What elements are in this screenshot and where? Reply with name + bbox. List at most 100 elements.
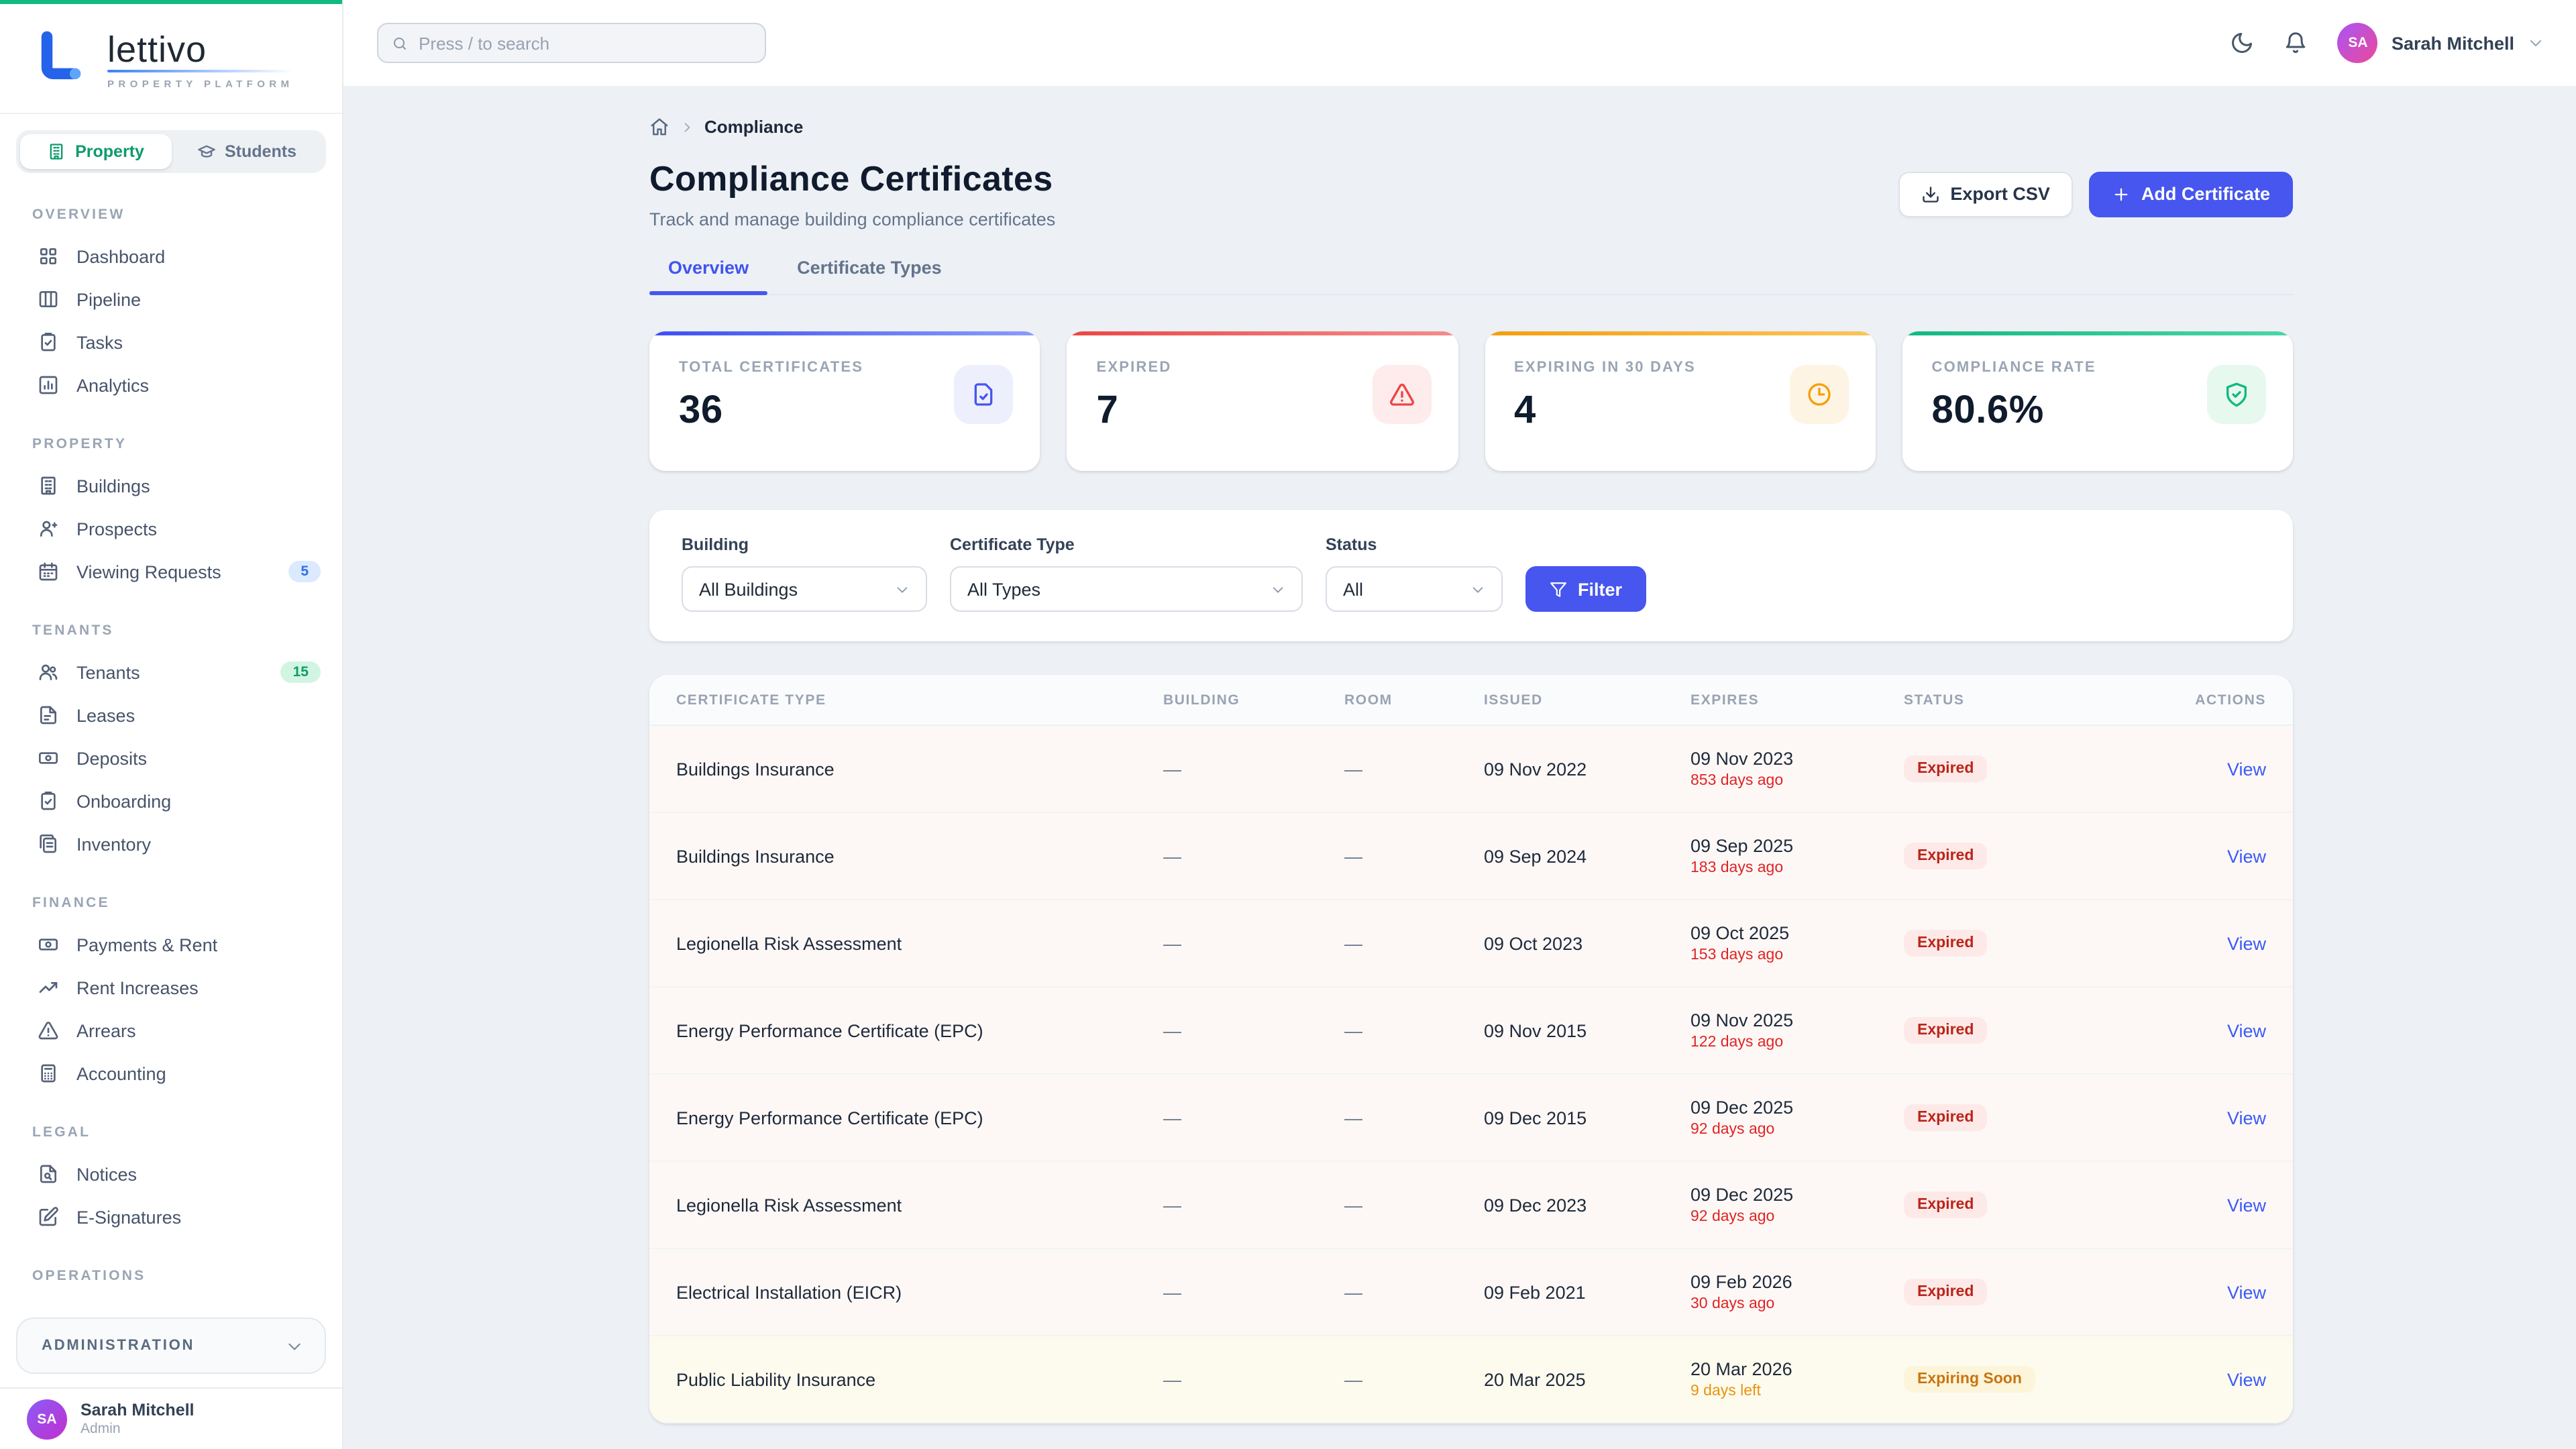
cell-certificate-type: Energy Performance Certificate (EPC) — [676, 1108, 1163, 1128]
administration-toggle[interactable]: ADMINISTRATION — [16, 1318, 326, 1374]
sidebar-item-deposits[interactable]: Deposits — [0, 737, 342, 780]
sidebar-item-onboarding[interactable]: Onboarding — [0, 780, 342, 822]
sidebar-item-label: Leases — [76, 705, 321, 725]
avatar: SA — [2338, 23, 2378, 63]
view-link[interactable]: View — [2227, 846, 2266, 866]
sidebar-item-pipeline[interactable]: Pipeline — [0, 278, 342, 321]
status-filter-select[interactable]: All — [1326, 566, 1503, 612]
status-badge: Expired — [1904, 1279, 1987, 1305]
cell-room: — — [1344, 933, 1484, 953]
sidebar-item-label: Payments & Rent — [76, 934, 321, 955]
cell-expires-note: 122 days ago — [1690, 1034, 1904, 1051]
sidebar-item-tasks[interactable]: Tasks — [0, 321, 342, 364]
add-certificate-button[interactable]: Add Certificate — [2089, 171, 2293, 217]
table-row: Electrical Installation (EICR) — — 09 Fe… — [649, 1249, 2293, 1336]
sidebar-item-notices[interactable]: Notices — [0, 1152, 342, 1195]
section-property: PROPERTY — [0, 424, 342, 464]
col-status: STATUS — [1904, 692, 2093, 708]
sidebar-item-e-signatures[interactable]: E-Signatures — [0, 1195, 342, 1238]
view-link[interactable]: View — [2227, 1195, 2266, 1215]
section-operations: OPERATIONS — [0, 1256, 342, 1296]
sidebar-item-buildings[interactable]: Buildings — [0, 464, 342, 507]
cell-expires-note: 92 days ago — [1690, 1209, 1904, 1225]
status-filter-label: Status — [1326, 535, 1503, 554]
user-name: Sarah Mitchell — [2392, 33, 2514, 53]
view-link[interactable]: View — [2227, 933, 2266, 953]
col-building: BUILDING — [1163, 692, 1344, 708]
sidebar-item-accounting[interactable]: Accounting — [0, 1052, 342, 1095]
tab-certificate-types[interactable]: Certificate Types — [778, 258, 961, 294]
sidebar-item-viewing-requests[interactable]: Viewing Requests 5 — [0, 550, 342, 593]
clipboard-check-icon — [38, 331, 59, 353]
sidebar-item-label: Viewing Requests — [76, 561, 271, 582]
cell-room: — — [1344, 1108, 1484, 1128]
chevron-down-icon — [895, 582, 910, 596]
cell-room: — — [1344, 1195, 1484, 1215]
toggle-property[interactable]: Property — [20, 134, 171, 169]
viewing-requests-badge: 5 — [288, 561, 321, 582]
sidebar-item-inventory[interactable]: Inventory — [0, 822, 342, 865]
copy-list-icon — [38, 833, 59, 855]
export-csv-button[interactable]: Export CSV — [1898, 171, 2073, 217]
user-menu[interactable]: SA Sarah Mitchell — [2338, 23, 2544, 63]
file-search-icon — [38, 1163, 59, 1185]
home-icon[interactable] — [649, 117, 669, 137]
view-link[interactable]: View — [2227, 759, 2266, 779]
view-link[interactable]: View — [2227, 1108, 2266, 1128]
sidebar-item-rent-increases[interactable]: Rent Increases — [0, 966, 342, 1009]
sidebar-item-label: Analytics — [76, 375, 321, 395]
sidebar-item-label: Buildings — [76, 476, 321, 496]
file-check-icon — [955, 365, 1014, 424]
building-filter-select[interactable]: All Buildings — [682, 566, 927, 612]
sidebar-item-dashboard[interactable]: Dashboard — [0, 235, 342, 278]
stat-expiring-30-days: EXPIRING IN 30 DAYS 4 — [1485, 331, 1876, 471]
brand-underline — [107, 69, 293, 72]
global-search[interactable] — [377, 23, 766, 63]
sidebar-item-arrears[interactable]: Arrears — [0, 1009, 342, 1052]
avatar: SA — [27, 1399, 67, 1439]
clipboard-check-icon — [38, 790, 59, 812]
dark-mode-button[interactable] — [2231, 31, 2255, 55]
status-badge: Expired — [1904, 930, 1987, 957]
stat-label: COMPLIANCE RATE — [1932, 360, 2096, 376]
toggle-students-label: Students — [225, 142, 297, 161]
sidebar-item-analytics[interactable]: Analytics — [0, 364, 342, 407]
certificates-table: CERTIFICATE TYPE BUILDING ROOM ISSUED EX… — [649, 675, 2293, 1424]
cell-expires-date: 09 Dec 2025 — [1690, 1185, 1904, 1205]
sidebar-item-leases[interactable]: Leases — [0, 694, 342, 737]
tab-overview[interactable]: Overview — [649, 258, 767, 294]
filter-button[interactable]: Filter — [1525, 566, 1646, 612]
user-role: Admin — [80, 1421, 195, 1437]
cell-building: — — [1163, 1282, 1344, 1302]
building-filter-label: Building — [682, 535, 927, 554]
search-input[interactable] — [419, 33, 751, 53]
sidebar-item-label: Tasks — [76, 332, 321, 352]
cell-room: — — [1344, 759, 1484, 779]
type-filter-value: All Types — [967, 579, 1040, 599]
type-filter-select[interactable]: All Types — [950, 566, 1303, 612]
view-link[interactable]: View — [2227, 1020, 2266, 1040]
sidebar-item-label: Pipeline — [76, 289, 321, 309]
sidebar-item-prospects[interactable]: Prospects — [0, 507, 342, 550]
sidebar-item-label: Onboarding — [76, 791, 321, 811]
table-header-row: CERTIFICATE TYPE BUILDING ROOM ISSUED EX… — [649, 675, 2293, 726]
stat-label: EXPIRING IN 30 DAYS — [1514, 360, 1696, 376]
stat-compliance-rate: COMPLIANCE RATE 80.6% — [1902, 331, 2294, 471]
cell-room: — — [1344, 1020, 1484, 1040]
cell-expires-date: 09 Feb 2026 — [1690, 1272, 1904, 1292]
sidebar-item-label: Rent Increases — [76, 977, 321, 998]
view-link[interactable]: View — [2227, 1282, 2266, 1302]
banknote-icon — [38, 934, 59, 955]
toggle-students[interactable]: Students — [171, 134, 322, 169]
cell-expires-date: 09 Sep 2025 — [1690, 836, 1904, 856]
status-badge: Expired — [1904, 1191, 1987, 1218]
cell-issued: 09 Dec 2023 — [1484, 1195, 1690, 1215]
sidebar-item-payments-rent[interactable]: Payments & Rent — [0, 923, 342, 966]
sidebar-user[interactable]: SA Sarah Mitchell Admin — [0, 1387, 342, 1449]
table-row: Energy Performance Certificate (EPC) — —… — [649, 1075, 2293, 1162]
page-title: Compliance Certificates — [649, 158, 1055, 200]
view-link[interactable]: View — [2227, 1369, 2266, 1389]
notifications-button[interactable] — [2284, 31, 2308, 55]
grid-icon — [38, 246, 59, 267]
sidebar-item-tenants[interactable]: Tenants 15 — [0, 651, 342, 694]
